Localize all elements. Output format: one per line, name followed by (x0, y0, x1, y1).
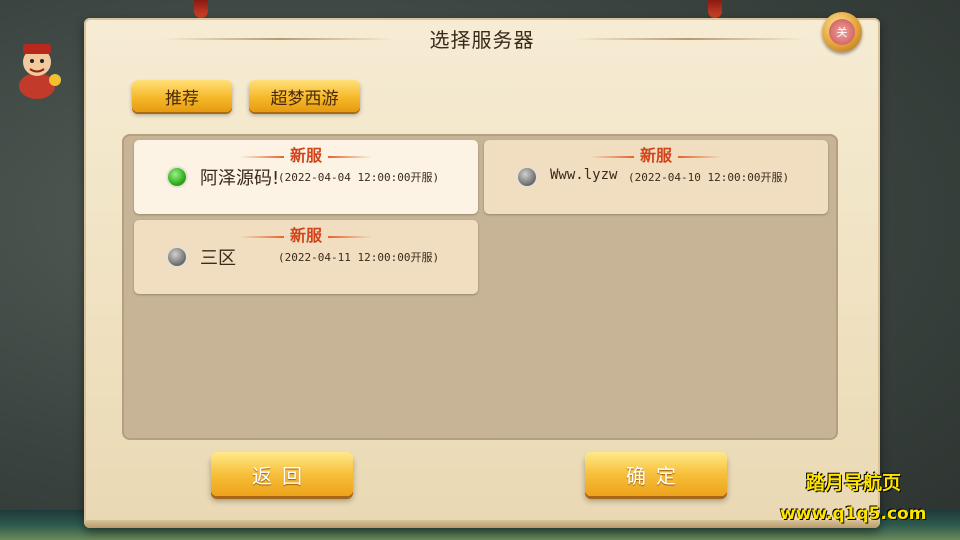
hanging-rope-left (194, 0, 208, 18)
tab-chaomeng-xiyou[interactable]: 超梦西游 (249, 80, 360, 112)
server-name: 三区 (200, 248, 236, 269)
new-server-badge: 新服 (484, 142, 828, 166)
server-name: 阿泽源码! (200, 168, 280, 189)
tab-recommended[interactable]: 推荐 (132, 80, 232, 112)
server-open-time: (2022-04-10 12:00:00开服) (628, 171, 790, 184)
hanging-rope-right (708, 0, 722, 18)
server-list: 新服 阿泽源码! (2022-04-04 12:00:00开服) 新服 Www.… (122, 134, 838, 440)
mascot-icon (10, 38, 64, 100)
server-name: Www.lyzw (550, 167, 618, 183)
confirm-button[interactable]: 确定 (585, 452, 727, 496)
close-button[interactable]: 关 (822, 12, 862, 52)
watermark-url: www.q1q5.com (780, 504, 927, 524)
watermark-title: 踏月导航页 (806, 472, 902, 494)
server-card-1[interactable]: 新服 阿泽源码! (2022-04-04 12:00:00开服) (134, 140, 478, 214)
new-server-badge: 新服 (134, 222, 478, 246)
close-icon: 关 (829, 19, 855, 45)
server-open-time: (2022-04-11 12:00:00开服) (278, 251, 440, 264)
radio-selected-icon[interactable] (168, 168, 186, 186)
server-card-2[interactable]: 新服 Www.lyzw (2022-04-10 12:00:00开服) (484, 140, 828, 214)
server-card-3[interactable]: 新服 三区 (2022-04-11 12:00:00开服) (134, 220, 478, 294)
radio-icon[interactable] (168, 248, 186, 266)
dialog-title: 选择服务器 (429, 28, 535, 52)
server-select-dialog: 选择服务器 关 推荐 超梦西游 新服 阿泽源码! (2022-04-04 12:… (84, 12, 880, 528)
new-server-badge: 新服 (134, 142, 478, 166)
radio-icon[interactable] (518, 168, 536, 186)
server-open-time: (2022-04-04 12:00:00开服) (278, 171, 440, 184)
back-button[interactable]: 返回 (211, 452, 353, 496)
